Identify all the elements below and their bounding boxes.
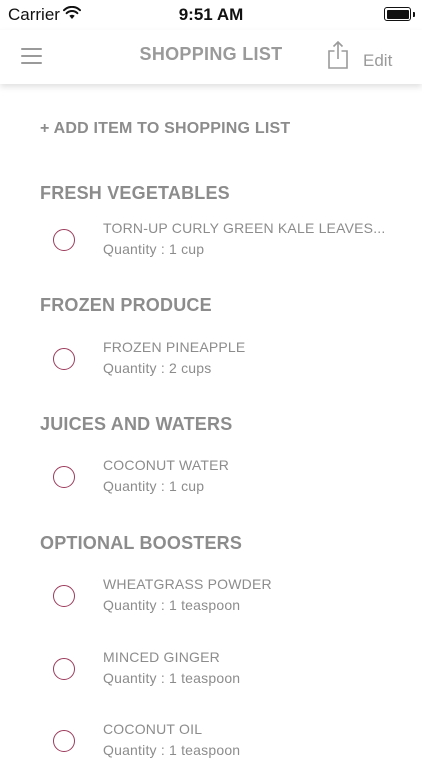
item-quantity: Quantity : 1 teaspoon	[103, 742, 241, 758]
check-circle-icon[interactable]	[53, 466, 75, 488]
nav-bar: SHOPPING LIST Edit	[0, 30, 422, 84]
item-name: COCONUT WATER	[103, 457, 230, 473]
item-quantity: Quantity : 2 cups	[103, 360, 212, 376]
check-circle-icon[interactable]	[53, 658, 75, 680]
battery-icon	[384, 7, 415, 23]
item-name: FROZEN PINEAPPLE	[103, 339, 246, 355]
check-circle-icon[interactable]	[53, 348, 75, 370]
share-icon[interactable]	[327, 40, 349, 70]
list-item: COCONUT OIL Quantity : 1 teaspoon	[0, 721, 422, 771]
list-item: WHEATGRASS POWDER Quantity : 1 teaspoon	[0, 576, 422, 626]
section-header: FROZEN PRODUCE	[40, 295, 212, 315]
status-time: 9:51 AM	[178, 5, 244, 24]
item-quantity: Quantity : 1 cup	[103, 478, 205, 494]
list-item: FROZEN PINEAPPLE Quantity : 2 cups	[0, 339, 422, 389]
section-header: FRESH VEGETABLES	[40, 183, 230, 203]
item-name: COCONUT OIL	[103, 721, 203, 737]
item-quantity: Quantity : 1 teaspoon	[103, 597, 241, 613]
item-name: WHEATGRASS POWDER	[103, 576, 272, 592]
check-circle-icon[interactable]	[53, 229, 75, 251]
add-item-button[interactable]: + ADD ITEM TO SHOPPING LIST	[40, 120, 290, 138]
item-quantity: Quantity : 1 teaspoon	[103, 670, 241, 686]
check-circle-icon[interactable]	[53, 730, 75, 752]
edit-button[interactable]: Edit	[363, 51, 392, 71]
status-bar: Carrier 9:51 AM	[0, 0, 422, 30]
item-name: MINCED GINGER	[103, 649, 220, 665]
item-quantity: Quantity : 1 cup	[103, 241, 205, 257]
list-item: COCONUT WATER Quantity : 1 cup	[0, 457, 422, 507]
item-name: TORN-UP CURLY GREEN KALE LEAVES...	[103, 220, 386, 236]
section-header: JUICES AND WATERS	[40, 414, 233, 434]
check-circle-icon[interactable]	[53, 585, 75, 607]
page-title: SHOPPING LIST	[139, 44, 283, 64]
list-item: TORN-UP CURLY GREEN KALE LEAVES... Quant…	[0, 220, 422, 270]
list-item: MINCED GINGER Quantity : 1 teaspoon	[0, 649, 422, 699]
section-header: OPTIONAL BOOSTERS	[40, 533, 243, 553]
